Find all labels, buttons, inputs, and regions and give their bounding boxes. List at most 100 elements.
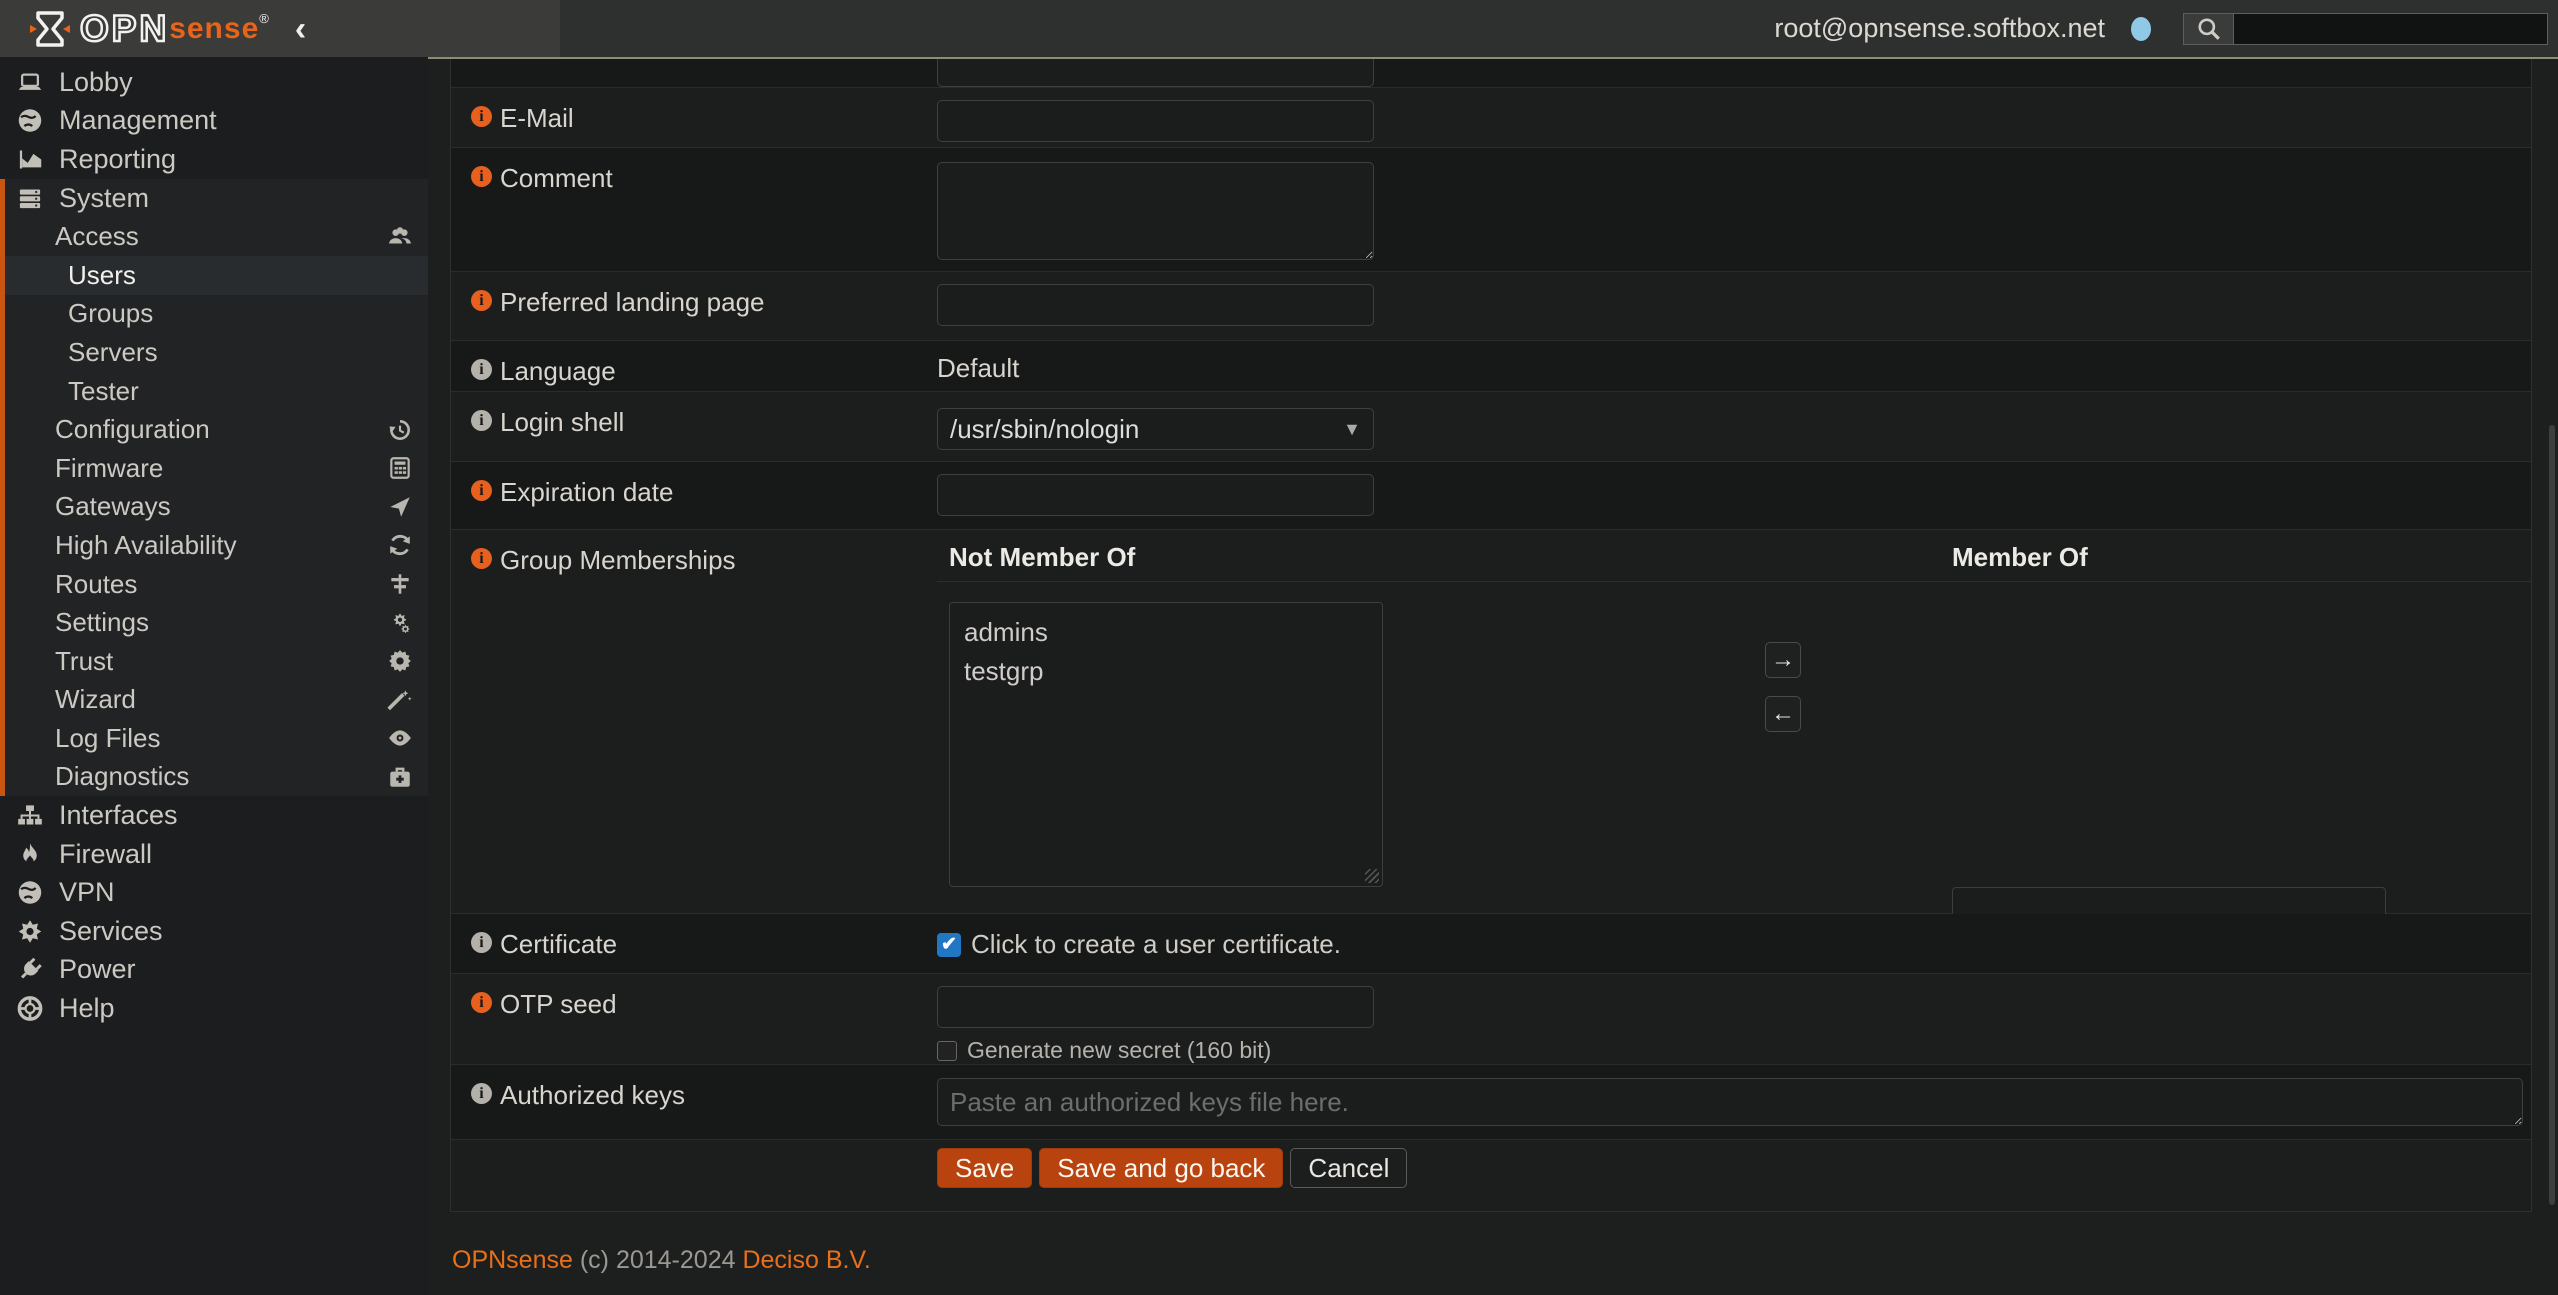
- logo-text-opn: OPN: [80, 8, 169, 50]
- sidebar-label: System: [59, 183, 149, 214]
- top-header: OPNsense® ‹ root@opnsense.softbox.net: [0, 0, 2558, 57]
- save-button[interactable]: Save: [937, 1148, 1032, 1188]
- chevron-down-icon: ▼: [1343, 419, 1361, 440]
- info-icon: i: [471, 290, 492, 311]
- logo-registered-mark: ®: [259, 11, 269, 26]
- group-membership-headers: Not Member Of Member Of: [937, 530, 2531, 582]
- sidebar-item-wizard[interactable]: Wizard: [5, 681, 428, 720]
- sidebar-label: Lobby: [59, 67, 133, 98]
- form-row-buttons: Save Save and go back Cancel: [451, 1140, 2531, 1211]
- opnsense-logo[interactable]: OPNsense®: [28, 7, 269, 51]
- field-label: E-Mail: [500, 103, 574, 134]
- sidebar-item-tester[interactable]: Tester: [5, 372, 428, 411]
- info-icon: i: [471, 480, 492, 501]
- life-ring-icon: [15, 995, 45, 1022]
- group-option[interactable]: admins: [950, 613, 1382, 652]
- sidebar-label: Interfaces: [59, 800, 178, 831]
- sidebar-item-services[interactable]: Services: [0, 912, 428, 951]
- remove-from-group-button[interactable]: ←: [1765, 696, 1801, 732]
- system-section: System Access Users Groups Servers Teste…: [0, 179, 428, 797]
- sidebar-item-gateways[interactable]: Gateways: [5, 488, 428, 527]
- form-row-partial: [451, 59, 2531, 88]
- add-to-group-button[interactable]: →: [1765, 642, 1801, 678]
- field-label: Certificate: [500, 929, 617, 960]
- sidebar-item-users[interactable]: Users: [5, 256, 428, 295]
- sidebar-item-configuration[interactable]: Configuration: [5, 410, 428, 449]
- certificate-checkbox-label: Click to create a user certificate.: [971, 929, 1341, 960]
- login-shell-select[interactable]: /usr/sbin/nologin ▼: [937, 408, 1374, 450]
- area-chart-icon: [15, 146, 45, 173]
- cancel-button[interactable]: Cancel: [1290, 1148, 1407, 1188]
- sidebar-collapse-chevron-icon[interactable]: ‹: [295, 12, 306, 46]
- language-value: Default: [937, 350, 1019, 383]
- comment-field[interactable]: [937, 162, 1374, 260]
- group-option[interactable]: testgrp: [950, 652, 1382, 691]
- expiration-date-field[interactable]: [937, 474, 1374, 516]
- deciso-footer-link[interactable]: Deciso B.V.: [742, 1246, 870, 1274]
- sidebar-item-diagnostics[interactable]: Diagnostics: [5, 758, 428, 797]
- location-arrow-icon: [387, 494, 413, 520]
- gear-icon: [15, 918, 45, 945]
- otp-seed-field[interactable]: [937, 986, 1374, 1028]
- info-icon: i: [471, 166, 492, 187]
- sidebar-item-groups[interactable]: Groups: [5, 295, 428, 334]
- field-label: Expiration date: [500, 477, 673, 508]
- authorized-keys-field[interactable]: [937, 1078, 2523, 1126]
- generate-secret-checkbox[interactable]: [937, 1041, 957, 1061]
- sidebar-item-management[interactable]: Management: [0, 102, 428, 141]
- logo-text-sense: sense: [169, 12, 259, 46]
- sidebar-label: Log Files: [55, 723, 161, 754]
- sidebar-label: Services: [59, 916, 163, 947]
- not-member-of-header: Not Member Of: [949, 542, 1135, 573]
- sidebar-item-routes[interactable]: Routes: [5, 565, 428, 604]
- sidebar-item-firewall[interactable]: Firewall: [0, 835, 428, 874]
- sidebar-item-firmware[interactable]: Firmware: [5, 449, 428, 488]
- sidebar-label: VPN: [59, 877, 115, 908]
- not-member-of-listbox[interactable]: admins testgrp: [949, 602, 1383, 887]
- form-row-otp-seed: i OTP seed Generate new secret (160 bit): [451, 974, 2531, 1065]
- sidebar-item-power[interactable]: Power: [0, 951, 428, 990]
- landing-page-field[interactable]: [937, 284, 1374, 326]
- info-icon: i: [471, 932, 492, 953]
- partial-input[interactable]: [937, 59, 1374, 87]
- sidebar-item-access[interactable]: Access: [5, 217, 428, 256]
- sidebar-item-help[interactable]: Help: [0, 989, 428, 1028]
- main-navigation: Lobby Management Reporting System Access…: [0, 57, 428, 1295]
- sidebar-item-settings[interactable]: Settings: [5, 603, 428, 642]
- certificate-seal-icon: [387, 648, 413, 674]
- sidebar-label: Tester: [68, 376, 139, 407]
- sidebar-item-log-files[interactable]: Log Files: [5, 719, 428, 758]
- email-field[interactable]: [937, 100, 1374, 142]
- sidebar-item-high-availability[interactable]: High Availability: [5, 526, 428, 565]
- sidebar-item-system[interactable]: System: [5, 179, 428, 218]
- page-scrollbar[interactable]: [2549, 425, 2555, 1205]
- form-row-group-memberships: i Group Memberships Not Member Of Member…: [451, 530, 2531, 914]
- sidebar-item-interfaces[interactable]: Interfaces: [0, 796, 428, 835]
- copyright-text: (c) 2014-2024: [580, 1246, 736, 1274]
- sidebar-item-reporting[interactable]: Reporting: [0, 140, 428, 179]
- resize-handle-icon[interactable]: [1365, 869, 1379, 883]
- sidebar-item-servers[interactable]: Servers: [5, 333, 428, 372]
- info-icon: i: [471, 410, 492, 431]
- sidebar-item-lobby[interactable]: Lobby: [0, 63, 428, 102]
- signpost-icon: [387, 571, 413, 597]
- medkit-icon: [387, 764, 413, 790]
- search-button[interactable]: [2183, 13, 2233, 45]
- create-certificate-checkbox[interactable]: ✔: [937, 933, 961, 957]
- main-content: i E-Mail i Comment i Preferred landing p…: [428, 59, 2558, 1295]
- field-label: Language: [500, 356, 616, 387]
- sidebar-label: Reporting: [59, 144, 176, 175]
- laptop-icon: [15, 69, 45, 96]
- sidebar-label: Routes: [55, 569, 137, 600]
- sidebar-item-vpn[interactable]: VPN: [0, 873, 428, 912]
- save-and-go-back-button[interactable]: Save and go back: [1039, 1148, 1283, 1188]
- sidebar-label: Power: [59, 954, 136, 985]
- sidebar-item-trust[interactable]: Trust: [5, 642, 428, 681]
- sidebar-label: Wizard: [55, 684, 136, 715]
- search-input[interactable]: [2233, 13, 2548, 45]
- info-icon: i: [471, 106, 492, 127]
- opnsense-footer-link[interactable]: OPNsense: [452, 1246, 573, 1274]
- sidebar-label: Help: [59, 993, 115, 1024]
- magic-wand-icon: [387, 687, 413, 713]
- sidebar-label: Servers: [68, 337, 158, 368]
